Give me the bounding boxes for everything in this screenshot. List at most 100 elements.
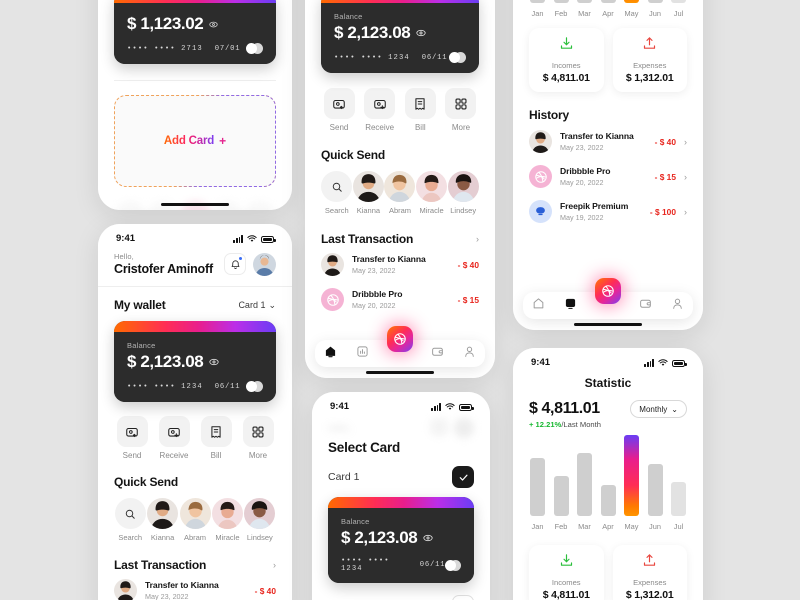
- action-send[interactable]: Send: [321, 88, 357, 132]
- action-bill[interactable]: Bill: [402, 88, 438, 132]
- checkbox-checked[interactable]: [452, 466, 474, 488]
- quick-send-search[interactable]: Search: [321, 171, 353, 215]
- chart-bar-group[interactable]: May: [623, 0, 640, 18]
- card-balance-amount: $ 1,123.02: [127, 14, 263, 34]
- quick-send-search[interactable]: Search: [114, 498, 146, 542]
- quick-send-contact[interactable]: Abram: [179, 498, 211, 542]
- nav-wallet[interactable]: [431, 345, 444, 363]
- nav-home[interactable]: [532, 297, 545, 315]
- chart-bar-group[interactable]: Feb: [553, 476, 570, 531]
- nav-profile[interactable]: [671, 297, 684, 315]
- action-more[interactable]: More: [240, 416, 276, 460]
- quick-send-header: Quick Send: [305, 148, 495, 162]
- quick-send-label: Lindsey: [450, 206, 477, 215]
- eye-icon[interactable]: [416, 28, 426, 38]
- nav-statistics[interactable]: [564, 297, 577, 315]
- eye-icon[interactable]: [423, 533, 433, 543]
- nav-home[interactable]: [324, 345, 337, 363]
- card-option-row[interactable]: Card 1: [312, 466, 490, 488]
- chart-bar-group[interactable]: Feb: [553, 0, 570, 18]
- chevron-right-icon[interactable]: ›: [684, 207, 687, 217]
- bar-chart-icon: [565, 298, 575, 309]
- chart-bar-group[interactable]: Mar: [576, 453, 593, 531]
- expenses-card[interactable]: Expenses $ 1,312.01: [612, 28, 687, 92]
- mockup-canvas: $ 1,123.02 •••• •••• 2713 07/01 Add Card…: [0, 0, 800, 600]
- table-row[interactable]: Freepik Premium May 19, 2022 - $ 100 ›: [513, 194, 703, 229]
- chart-bar-group[interactable]: Mar: [576, 0, 593, 18]
- chevron-right-icon[interactable]: ›: [684, 137, 687, 147]
- checkbox-unchecked[interactable]: [452, 595, 474, 600]
- transaction-amount: - $ 40: [254, 585, 276, 596]
- chart-bar-group[interactable]: Jul: [670, 0, 687, 18]
- action-send[interactable]: Send: [114, 416, 150, 460]
- action-more[interactable]: More: [443, 88, 479, 132]
- next-card-row[interactable]: [312, 595, 490, 600]
- chart-bar-group[interactable]: Jan: [529, 458, 546, 531]
- nav-profile[interactable]: [463, 345, 476, 363]
- chart-bar-group[interactable]: Jun: [647, 0, 664, 18]
- action-bill[interactable]: Bill: [198, 416, 234, 460]
- quick-send-label: Abram: [183, 533, 207, 542]
- period-dropdown[interactable]: Monthly ⌄: [630, 400, 687, 418]
- incomes-card[interactable]: Incomes $ 4,811.01: [529, 545, 604, 600]
- bank-card[interactable]: Balance $ 2,123.08 •••• •••• 1234 06/11: [328, 497, 474, 583]
- wallet-section-header: My wallet Card 1 ⌄: [98, 287, 292, 312]
- eye-icon[interactable]: [209, 357, 219, 367]
- wifi-icon: [247, 234, 257, 242]
- expenses-card[interactable]: Expenses $ 1,312.01: [612, 545, 687, 600]
- avatar: [529, 130, 552, 153]
- transaction-amount: - $ 40: [654, 136, 676, 147]
- chart-bar-group[interactable]: Apr: [600, 0, 617, 18]
- quick-send-list: Search Kianna Abram Miracle Lindsey: [98, 498, 292, 542]
- chart-bar-group[interactable]: Apr: [600, 485, 617, 531]
- nav-wallet[interactable]: [639, 297, 652, 315]
- card-number: •••• •••• 1234: [334, 53, 410, 62]
- bottom-navigation: [305, 326, 495, 378]
- wallet-icon: [640, 299, 652, 308]
- table-row[interactable]: Transfer to Kianna May 23, 2022 - $ 40 ›: [513, 122, 703, 159]
- chevron-right-icon[interactable]: ›: [684, 172, 687, 182]
- action-receive[interactable]: Receive: [156, 416, 192, 460]
- card-selector-dropdown[interactable]: Card 1 ⌄: [238, 300, 276, 311]
- eye-icon[interactable]: [209, 20, 218, 29]
- table-row[interactable]: Transfer to Kianna May 23, 2022 - $ 40: [98, 572, 292, 600]
- bank-card[interactable]: Balance $ 2,123.08 •••• •••• 1234 06/11: [114, 321, 276, 402]
- chart-bar-group[interactable]: Jul: [670, 482, 687, 531]
- chart-x-label: Feb: [554, 9, 568, 18]
- quick-send-contact[interactable]: Kianna: [146, 498, 179, 542]
- nav-statistics[interactable]: [356, 345, 369, 363]
- quick-send-contact[interactable]: Abram: [384, 171, 416, 215]
- fab-dribbble-button[interactable]: [387, 326, 413, 352]
- chart-bar-group[interactable]: Jan: [529, 0, 546, 18]
- quick-send-contact[interactable]: Lindsey: [244, 498, 276, 542]
- status-time: 9:41: [330, 401, 350, 412]
- last-transaction-header: Last Transaction ›: [305, 232, 495, 246]
- bank-card[interactable]: Balance $ 2,123.08 •••• •••• 1234 06/11: [321, 0, 479, 73]
- action-receive[interactable]: Receive: [362, 88, 398, 132]
- incomes-card[interactable]: Incomes $ 4,811.01: [529, 28, 604, 92]
- quick-send-contact[interactable]: Lindsey: [447, 171, 479, 215]
- chevron-right-icon[interactable]: ›: [273, 560, 276, 570]
- quick-send-contact[interactable]: Miracle: [416, 171, 448, 215]
- table-row[interactable]: Dribbble Pro May 20, 2022 - $ 15 ›: [513, 159, 703, 194]
- quick-send-contact[interactable]: Kianna: [352, 171, 385, 215]
- phone-statistic: 9:41 Statistic $ 4,811.01 + 12.21%/Last …: [513, 348, 703, 600]
- quick-send-contact[interactable]: Miracle: [211, 498, 243, 542]
- chart-x-label: May: [624, 9, 639, 18]
- add-card-button[interactable]: Add Card +: [114, 95, 276, 187]
- avatar[interactable]: [253, 252, 276, 276]
- upload-arrow-icon: [644, 37, 656, 49]
- notification-button[interactable]: [224, 253, 246, 275]
- cellular-signal-icon: [233, 235, 243, 243]
- last-transaction-header: Last Transaction ›: [98, 558, 292, 572]
- bank-card-secondary[interactable]: $ 1,123.02 •••• •••• 2713 07/01: [114, 0, 276, 64]
- card-number: •••• •••• 2713: [127, 44, 203, 53]
- fab-dribbble-button[interactable]: [595, 278, 621, 304]
- download-arrow-icon: [560, 554, 572, 566]
- chart-bar-group[interactable]: May: [623, 435, 640, 531]
- table-row[interactable]: Transfer to Kianna May 23, 2022 - $ 40: [305, 246, 495, 282]
- chart-bar-group[interactable]: Jun: [647, 464, 664, 531]
- mastercard-logo-icon: [246, 381, 263, 392]
- chevron-right-icon[interactable]: ›: [476, 234, 479, 244]
- table-row[interactable]: Dribbble Pro May 20, 2022 - $ 15: [305, 282, 495, 317]
